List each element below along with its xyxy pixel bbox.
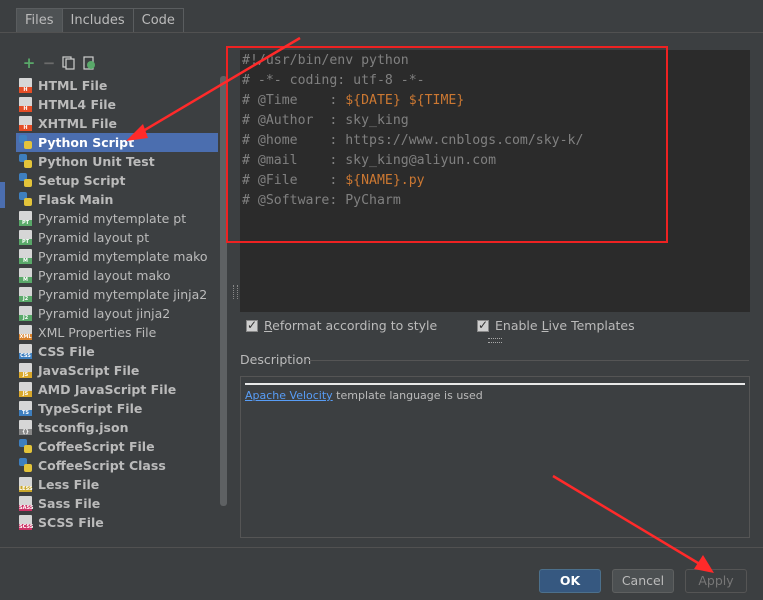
arrow-to-python-script [137, 36, 301, 136]
arrow-head-python-script [126, 124, 148, 141]
annotation-arrows [126, 36, 714, 573]
arrow-to-apply [552, 474, 704, 568]
arrow-head-apply [694, 555, 714, 573]
